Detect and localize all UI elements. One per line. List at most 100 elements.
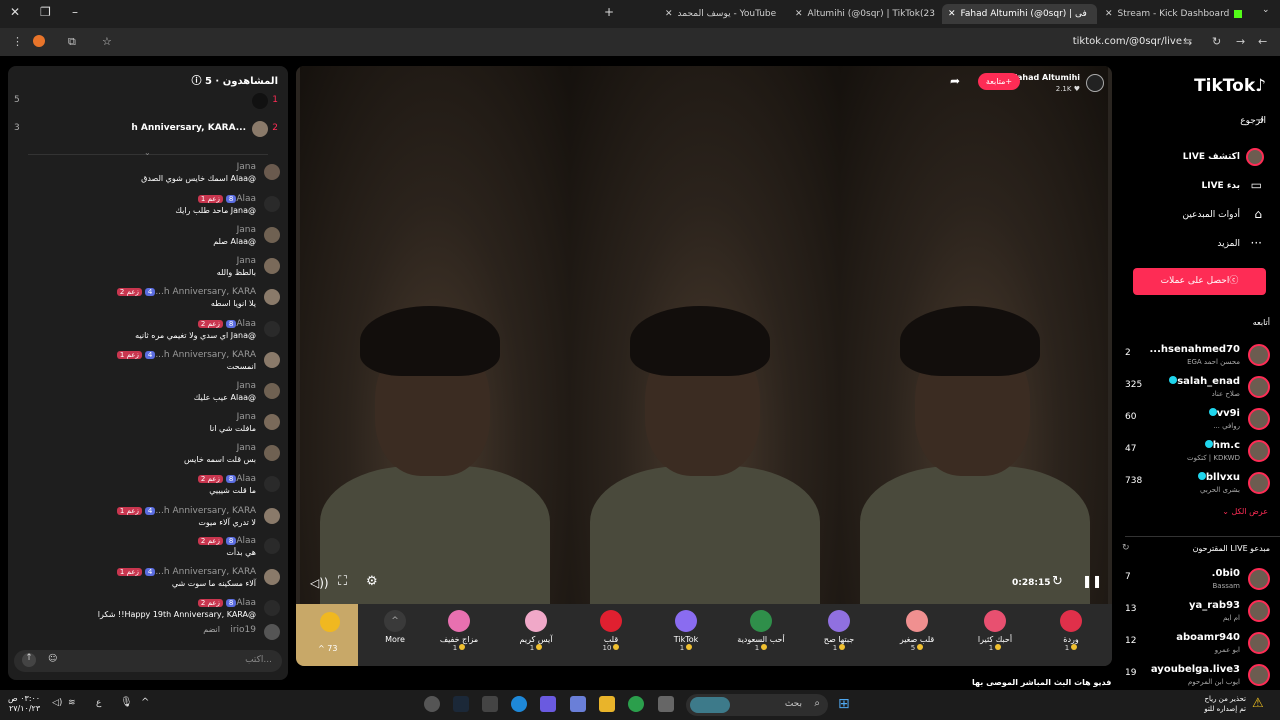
avatar[interactable]: [264, 508, 280, 524]
avatar[interactable]: [264, 227, 280, 243]
weather-notification[interactable]: تحذير من رياح تم إصداره للتو: [1190, 694, 1246, 714]
clock[interactable]: ٠٣:٠٠ ص ٢٧/١٠/٢٣: [8, 694, 40, 714]
creator-item[interactable]: hm.c KDKWD | كتكوت 47: [1125, 438, 1270, 468]
gift-item[interactable]: أحب السعودية 1: [726, 610, 796, 652]
chat-username[interactable]: Jana: [237, 225, 256, 235]
store-icon[interactable]: [482, 696, 498, 712]
send-icon[interactable]: ↑: [22, 653, 36, 667]
avatar[interactable]: [264, 289, 280, 305]
get-coins-button[interactable]: ⓒاحصل على عملات: [1133, 268, 1266, 295]
app-icon[interactable]: [570, 696, 586, 712]
chat-username[interactable]: Alaa8زعم 1: [195, 194, 256, 204]
chat-message[interactable]: h Anniversary, KARA...4زعم 1 لا تدري آلاء…: [10, 506, 280, 536]
url-field[interactable]: tiktok.com/@0sqr/live: [1073, 36, 1182, 47]
chrome-icon[interactable]: [628, 696, 644, 712]
creator-item[interactable]: aboamr940 ابو عمرو 12: [1125, 630, 1270, 660]
gift-item[interactable]: جبتها صح 1: [804, 610, 874, 652]
avatar[interactable]: [264, 352, 280, 368]
refresh-icon[interactable]: ↻: [1122, 543, 1130, 553]
close-icon[interactable]: ✕: [948, 9, 956, 19]
close-icon[interactable]: ✕: [795, 9, 803, 19]
emoji-icon[interactable]: ☺: [48, 654, 57, 664]
live-video-player[interactable]: Fahad Altumihi 2.1K ♥ +متابعة ➦ ◁)) ⛶ ⚙ …: [296, 66, 1112, 666]
tab-kick[interactable]: ✕ Stream - Kick Dashboard: [1105, 4, 1255, 24]
gift-item[interactable]: قلب 10: [576, 610, 646, 652]
taskbar-search[interactable]: بحث ⌕: [686, 694, 828, 716]
chat-username[interactable]: Alaa8زعم 2: [195, 536, 256, 546]
chat-username[interactable]: h Anniversary, KARA...4زعم 1: [114, 350, 256, 360]
microphone-icon[interactable]: 🎙: [120, 697, 133, 708]
refresh-icon[interactable]: ↻: [1052, 574, 1063, 589]
chat-message[interactable]: h Anniversary, KARA...4زعم 2 يلا انويا اس…: [10, 287, 280, 317]
chat-username[interactable]: Jana: [237, 162, 256, 172]
avatar[interactable]: [264, 476, 280, 492]
chat-message[interactable]: h Anniversary, KARA...4زعم 1 انمسحت: [10, 350, 280, 380]
minimize-window-icon[interactable]: –: [72, 5, 78, 19]
restore-window-icon[interactable]: ❐: [40, 5, 51, 19]
chat-message[interactable]: Alaa8زعم 2 ما قلت شيييي: [10, 474, 280, 504]
chat-message[interactable]: Jana بالطظ والله: [10, 256, 280, 286]
more-gifts-button[interactable]: ^ More: [360, 610, 430, 644]
creator-item[interactable]: bllvxu بشرى الحربي 738: [1125, 470, 1270, 500]
gift-item[interactable]: TikTok 1: [651, 610, 721, 652]
show-all-link[interactable]: عرض الكل ⌄: [1222, 507, 1268, 516]
more-dots-icon[interactable]: ···: [1251, 236, 1262, 250]
avatar[interactable]: [264, 538, 280, 554]
chat-username[interactable]: Alaa8زعم 2: [195, 474, 256, 484]
file-explorer-icon[interactable]: [599, 696, 615, 712]
tab-youtube[interactable]: ✕ يوسف المحمد - YouTube: [665, 4, 780, 24]
share-icon[interactable]: ➦: [950, 74, 960, 88]
profile-icon[interactable]: [33, 35, 45, 47]
gift-item[interactable]: آيس كريم 1: [501, 610, 571, 652]
chat-message[interactable]: irio19انضمانضم: [10, 622, 280, 652]
site-settings-icon[interactable]: ⇆: [1183, 35, 1192, 48]
reload-icon[interactable]: ↻: [1212, 35, 1221, 48]
host-avatar[interactable]: [1086, 74, 1104, 92]
avatar[interactable]: [264, 196, 280, 212]
speaker-icon[interactable]: ◁): [52, 698, 62, 708]
close-window-icon[interactable]: ✕: [10, 5, 20, 19]
language-indicator[interactable]: ع: [96, 698, 101, 708]
info-icon[interactable]: ⓘ: [192, 76, 202, 87]
chat-username[interactable]: Jana: [237, 256, 256, 266]
comment-input[interactable]: اكتب... ☺ ↑: [14, 650, 282, 672]
chat-username[interactable]: Jana: [237, 381, 256, 391]
gift-item[interactable]: أحبك كثيرا 1: [960, 610, 1030, 652]
volume-icon[interactable]: ◁)): [310, 576, 329, 590]
host-name[interactable]: Fahad Altumihi: [1012, 73, 1080, 82]
tab-search-icon[interactable]: ⌄: [1262, 5, 1270, 15]
back-icon[interactable]: ←: [1258, 35, 1267, 48]
avatar[interactable]: [264, 164, 280, 180]
chat-message[interactable]: Alaa8زعم 1 @Jana ماحد طلب رايك: [10, 194, 280, 224]
steam-icon[interactable]: [453, 696, 469, 712]
chevron-down-icon[interactable]: ⌄: [144, 148, 151, 157]
app-icon[interactable]: [424, 696, 440, 712]
chat-username[interactable]: h Anniversary, KARA...4زعم 2: [114, 287, 256, 297]
coin-balance[interactable]: ^ 73: [296, 604, 358, 666]
forward-icon[interactable]: →: [1236, 35, 1245, 48]
avatar[interactable]: [264, 600, 280, 616]
avatar[interactable]: [264, 569, 280, 585]
windows-start-icon[interactable]: ⊞: [838, 696, 850, 712]
creator-item[interactable]: vv9i روافي ... 60: [1125, 406, 1270, 436]
camera-icon[interactable]: ▭: [1251, 178, 1262, 192]
gift-item[interactable]: قلب صغير 5: [882, 610, 952, 652]
chat-username[interactable]: Jana: [237, 412, 256, 422]
chat-username[interactable]: Alaa8زعم 2: [195, 598, 256, 608]
gift-item[interactable]: مزاج خفيف 1: [424, 610, 494, 652]
copilot-icon[interactable]: [540, 696, 556, 712]
nav-more[interactable]: المزيد: [1217, 239, 1240, 249]
avatar[interactable]: [264, 321, 280, 337]
avatar[interactable]: [264, 258, 280, 274]
chat-username[interactable]: h Anniversary, KARA...4زعم 1: [114, 506, 256, 516]
settings-gear-icon[interactable]: ⚙: [366, 574, 378, 589]
creator-item[interactable]: 0bi0. Bassam 7: [1125, 566, 1270, 596]
creator-item[interactable]: ayoubelga.live3 ايوب ابن المرحوم 19: [1125, 662, 1270, 692]
viewer-rank-row[interactable]: 5 1: [8, 92, 288, 114]
creator-item[interactable]: salah_enad صلاح عناد 325: [1125, 374, 1270, 404]
avatar[interactable]: [264, 445, 280, 461]
chat-username[interactable]: Jana: [237, 443, 256, 453]
fullscreen-icon[interactable]: ⛶: [338, 574, 347, 589]
menu-icon[interactable]: ⋮: [12, 35, 23, 48]
chevron-up-icon[interactable]: ^: [141, 697, 149, 708]
